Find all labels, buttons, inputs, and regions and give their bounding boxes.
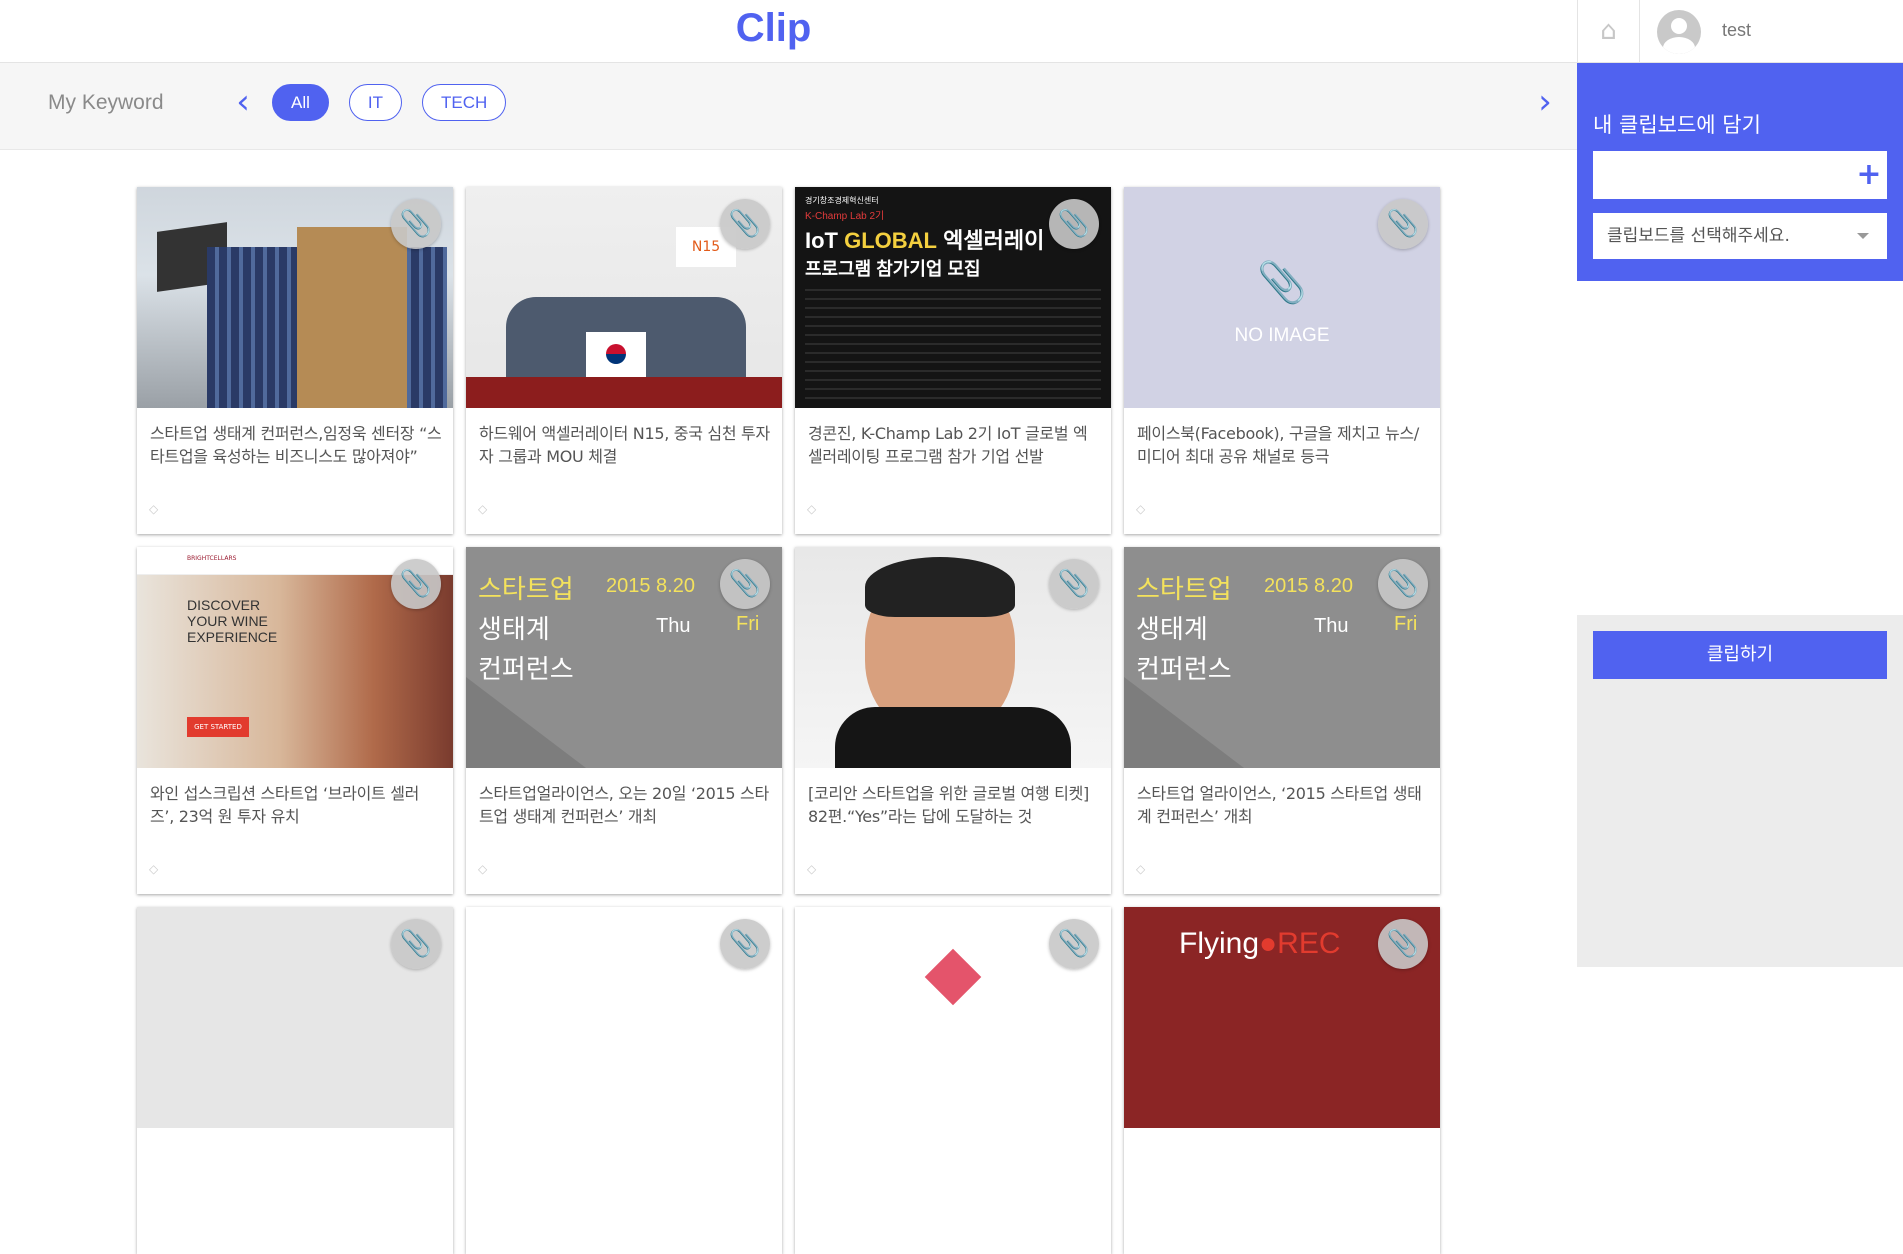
paperclip-icon[interactable]: 📎 xyxy=(1378,919,1428,969)
article-card[interactable]: 📎 [코리안 스타트업을 위한 글로벌 여행 티켓] 82편.“Yes”라는 답… xyxy=(795,547,1111,894)
article-title[interactable]: 페이스북(Facebook), 구글을 제치고 뉴스/미디어 최대 공유 채널로… xyxy=(1137,422,1429,468)
article-title[interactable]: 하드웨어 액셀러레이터 N15, 중국 심천 투자자 그룹과 MOU 체결 xyxy=(479,422,771,468)
paperclip-icon[interactable]: 📎 xyxy=(1378,559,1428,609)
article-title[interactable]: [코리안 스타트업을 위한 글로벌 여행 티켓] 82편.“Yes”라는 답에 … xyxy=(808,782,1100,828)
thumbnail-text: Thu xyxy=(1314,615,1349,637)
thumbnail-text: K-Champ Lab 2기 xyxy=(805,211,885,222)
username[interactable]: test xyxy=(1722,20,1751,41)
home-icon[interactable]: ⌂ xyxy=(1578,0,1640,63)
thumbnail-text: DISCOVER YOUR WINE EXPERIENCE xyxy=(187,597,278,645)
paperclip-icon[interactable]: 📎 xyxy=(1049,199,1099,249)
tag-icon[interactable]: ◇ xyxy=(149,502,165,516)
article-card[interactable]: 📎 xyxy=(466,907,782,1254)
tag-icon[interactable]: ◇ xyxy=(1136,862,1152,876)
keyword-chip-list: All IT TECH xyxy=(272,84,507,121)
thumbnail-text: BRIGHTCELLARS xyxy=(187,555,237,562)
clipboard-panel: ⌂ test 내 클립보드에 담기 + 클립보드를 선택해주세요. 클립하기 xyxy=(1577,0,1903,967)
no-image-label: NO IMAGE xyxy=(1234,325,1330,346)
article-card[interactable]: BRIGHTCELLARS DISCOVER YOUR WINE EXPERIE… xyxy=(137,547,453,894)
keyword-chip-it[interactable]: IT xyxy=(348,84,403,121)
clipboard-name-input[interactable] xyxy=(1593,151,1887,199)
thumbnail-text: 2015 8.20 xyxy=(606,575,695,597)
paperclip-icon[interactable]: 📎 xyxy=(720,919,770,969)
top-bar: Clip xyxy=(0,0,1577,63)
tag-icon[interactable]: ◇ xyxy=(807,502,823,516)
app-logo[interactable]: Clip xyxy=(0,6,1547,51)
thumbnail-heading: 스타트업 생태계 컨퍼런스 xyxy=(1136,574,1232,684)
thumbnail-text: 2015 8.20 xyxy=(1264,575,1353,597)
tag-icon[interactable]: ◇ xyxy=(149,862,165,876)
thumbnail-text: Fri xyxy=(736,613,760,635)
thumbnail-text: 프로그램 참가기업 모집 xyxy=(805,259,981,279)
plus-icon[interactable]: + xyxy=(1855,160,1883,190)
tag-icon[interactable]: ◇ xyxy=(807,862,823,876)
article-card[interactable]: 스타트업 생태계 컨퍼런스 2015 8.20 Thu Fri 📎 스타트업 얼라이… xyxy=(1124,547,1440,894)
article-title[interactable]: 스타트업얼라이언스, 오는 20일 ‘2015 스타트업 생태계 컨퍼런스’ 개… xyxy=(479,782,771,828)
paperclip-icon[interactable]: 📎 xyxy=(1378,199,1428,249)
article-card[interactable]: Flying●REC 📎 xyxy=(1124,907,1440,1254)
chevron-down-icon xyxy=(1857,233,1869,239)
thumbnail-heading: 스타트업 생태계 컨퍼런스 xyxy=(478,574,574,684)
clipboard-title: 내 클립보드에 담기 xyxy=(1593,113,1761,137)
keyword-chip-tech[interactable]: TECH xyxy=(422,84,507,121)
clipboard-preview-area xyxy=(1577,281,1903,615)
article-card[interactable]: 스타트업 생태계 컨퍼런스 2015 8.20 Thu Fri 📎 스타트업얼라이언… xyxy=(466,547,782,894)
article-title[interactable]: 스타트업 생태계 컨퍼런스,임정욱 센터장 “스타트업을 육성하는 비즈니스도 … xyxy=(150,422,442,468)
keyword-bar: My Keyword ‹ All IT TECH › xyxy=(0,63,1577,150)
thumbnail-text: Fri xyxy=(1394,613,1418,635)
chevron-right-icon[interactable]: › xyxy=(1530,85,1560,121)
article-title[interactable]: 와인 섭스크립션 스타트업 ‘브라이트 셀러즈’, 23억 원 투자 유치 xyxy=(150,782,442,828)
article-card[interactable]: N15 📎 하드웨어 액셀러레이터 N15, 중국 심천 투자자 그룹과 MOU… xyxy=(466,187,782,534)
article-card[interactable]: 📎 NO IMAGE 📎 페이스북(Facebook), 구글을 제치고 뉴스/… xyxy=(1124,187,1440,534)
user-avatar-icon[interactable] xyxy=(1657,10,1701,54)
tag-icon[interactable]: ◇ xyxy=(478,502,494,516)
thumbnail-heading: IoT GLOBAL 엑셀러레이 xyxy=(805,228,1045,253)
article-card[interactable]: 경기창조경제혁신센터 K-Champ Lab 2기 IoT GLOBAL 엑셀러… xyxy=(795,187,1111,534)
article-title[interactable]: 경콘진, K-Champ Lab 2기 IoT 글로벌 엑셀러레이팅 프로그램 … xyxy=(808,422,1100,468)
tag-icon[interactable]: ◇ xyxy=(478,862,494,876)
keyword-chip-all[interactable]: All xyxy=(272,84,329,121)
thumbnail-text: Thu xyxy=(656,615,691,637)
paperclip-icon[interactable]: 📎 xyxy=(720,559,770,609)
clipboard-select[interactable]: 클립보드를 선택해주세요. xyxy=(1593,213,1887,259)
clipboard-select-value: 클립보드를 선택해주세요. xyxy=(1607,226,1790,246)
paperclip-icon[interactable]: 📎 xyxy=(720,199,770,249)
thumbnail-text: Flying●REC xyxy=(1179,927,1341,960)
paperclip-icon[interactable]: 📎 xyxy=(1049,559,1099,609)
paperclip-icon[interactable]: 📎 xyxy=(1049,919,1099,969)
paperclip-icon[interactable]: 📎 xyxy=(391,919,441,969)
article-card[interactable]: 📎 xyxy=(137,907,453,1254)
user-bar: ⌂ test xyxy=(1577,0,1903,63)
clip-submit-button[interactable]: 클립하기 xyxy=(1593,631,1887,679)
paperclip-icon[interactable]: 📎 xyxy=(391,559,441,609)
article-card[interactable]: 📎 xyxy=(795,907,1111,1254)
clipboard-form: 내 클립보드에 담기 + 클립보드를 선택해주세요. xyxy=(1577,63,1903,281)
article-title[interactable]: 스타트업 얼라이언스, ‘2015 스타트업 생태계 컨퍼런스’ 개최 xyxy=(1137,782,1429,828)
article-card[interactable]: 📎 스타트업 생태계 컨퍼런스,임정욱 센터장 “스타트업을 육성하는 비즈니스… xyxy=(137,187,453,534)
tag-icon[interactable]: ◇ xyxy=(1136,502,1152,516)
keyword-title: My Keyword xyxy=(48,91,164,114)
chevron-left-icon[interactable]: ‹ xyxy=(228,85,258,121)
paperclip-icon: 📎 xyxy=(1257,260,1307,306)
thumbnail-text: 경기창조경제혁신센터 xyxy=(805,196,879,205)
paperclip-icon[interactable]: 📎 xyxy=(391,199,441,249)
thumbnail-text: GET STARTED xyxy=(187,717,249,737)
